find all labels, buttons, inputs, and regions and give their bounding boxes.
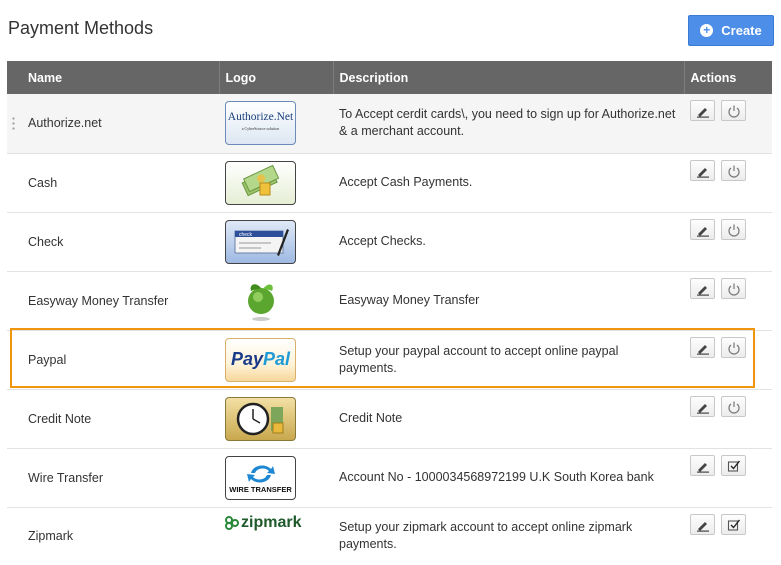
column-header-name: Name xyxy=(7,61,220,94)
edit-button[interactable] xyxy=(690,395,715,417)
power-icon xyxy=(728,283,740,296)
pencil-icon xyxy=(697,167,709,178)
activate-icon xyxy=(727,460,741,472)
power-icon xyxy=(728,401,740,414)
disable-button[interactable] xyxy=(721,218,746,240)
table-row: Easyway Money Transfer Easyway Money Tra… xyxy=(7,271,772,330)
cash-logo xyxy=(225,160,296,205)
method-description: Accept Cash Payments. xyxy=(339,175,473,189)
pencil-icon xyxy=(697,521,709,532)
method-description: Accept Checks. xyxy=(339,234,426,248)
edit-button[interactable] xyxy=(690,159,715,181)
method-description: Setup your zipmark account to accept onl… xyxy=(339,520,633,552)
table-row: Wire Transfer WIRE TRANSFER Account No -… xyxy=(7,448,772,507)
pencil-icon xyxy=(697,462,709,473)
zipmark-logo-text: zipmark xyxy=(241,513,302,531)
activate-button[interactable] xyxy=(721,454,746,476)
table-header-row: Name Logo Description Actions xyxy=(7,61,772,94)
edit-button[interactable] xyxy=(690,454,715,476)
power-icon xyxy=(728,224,740,237)
clock-coins-logo xyxy=(225,396,296,441)
edit-button[interactable] xyxy=(690,100,715,121)
method-name: Check xyxy=(28,234,64,249)
pencil-icon xyxy=(697,108,709,118)
table-row: Cash Accept Cash Payments. xyxy=(7,153,772,212)
method-name: Cash xyxy=(28,175,58,190)
method-name: Paypal xyxy=(28,352,67,367)
wire-transfer-logo-text: WIRE TRANSFER xyxy=(229,485,292,494)
disable-button[interactable] xyxy=(721,336,746,358)
globe-leaf-logo xyxy=(225,279,296,323)
paypal-logo: PayPal xyxy=(225,337,296,382)
authorize-net-logo: Authorize.Net a CyberSource solution xyxy=(225,101,296,146)
power-icon xyxy=(728,342,740,355)
disable-button[interactable] xyxy=(721,159,746,181)
method-name: Easyway Money Transfer xyxy=(28,293,169,308)
column-header-actions: Actions xyxy=(690,70,737,85)
method-name: Wire Transfer xyxy=(28,470,104,485)
method-description: To Accept cerdit cards\, you need to sig… xyxy=(339,107,676,139)
method-description: Credit Note xyxy=(339,411,403,425)
check-logo-text: check xyxy=(239,232,253,238)
column-header-logo: Logo xyxy=(219,61,334,94)
pencil-icon xyxy=(697,403,709,414)
method-name: Credit Note xyxy=(28,411,92,426)
authorize-net-logo-text: Authorize.Net xyxy=(227,111,294,124)
column-header-description: Description xyxy=(333,61,685,94)
disable-button[interactable] xyxy=(721,277,746,299)
paypal-logo-text: PayPal xyxy=(230,349,291,369)
disable-button[interactable] xyxy=(721,100,746,121)
pencil-icon xyxy=(697,285,709,296)
power-icon xyxy=(728,165,740,178)
edit-button[interactable] xyxy=(690,336,715,358)
table-row: Zipmark zipmark Setup your zipmark accou… xyxy=(7,507,772,565)
pencil-icon xyxy=(697,344,709,355)
table-row: Authorize.net Authorize.Net a CyberSource… xyxy=(7,94,772,153)
method-description: Account No - 1000034568972199 U.K South … xyxy=(339,470,654,484)
method-description: Setup your paypal account to accept onli… xyxy=(339,343,619,375)
activate-button[interactable] xyxy=(721,513,746,535)
edit-button[interactable] xyxy=(690,277,715,299)
zipmark-logo: zipmark xyxy=(225,514,333,532)
page-title: Payment Methods xyxy=(8,18,154,38)
edit-button[interactable] xyxy=(690,218,715,240)
wire-transfer-logo: WIRE TRANSFER xyxy=(225,455,296,500)
disable-button[interactable] xyxy=(721,395,746,417)
payment-methods-table: Name Logo Description Actions Authorize.… xyxy=(7,61,772,565)
pencil-icon xyxy=(697,226,709,237)
create-button-label: Create xyxy=(721,23,762,38)
method-name: Zipmark xyxy=(28,529,74,544)
activate-icon xyxy=(727,519,741,531)
power-icon xyxy=(728,105,740,118)
method-name: Authorize.net xyxy=(28,116,102,131)
method-description: Easyway Money Transfer xyxy=(339,293,480,307)
edit-button[interactable] xyxy=(690,513,715,535)
table-row: Paypal PayPal Setup your paypal account … xyxy=(7,330,772,389)
drag-handle-icon[interactable] xyxy=(12,116,15,131)
create-button[interactable]: + Create xyxy=(688,15,774,46)
check-logo: check xyxy=(225,219,296,264)
table-row: Credit Note Credit Note xyxy=(7,389,772,448)
table-row: Check check Accept Checks. xyxy=(7,212,772,271)
zipmark-mark-icon xyxy=(225,515,239,530)
authorize-net-logo-subtext: a CyberSource solution xyxy=(241,126,280,132)
plus-icon: + xyxy=(700,24,714,37)
